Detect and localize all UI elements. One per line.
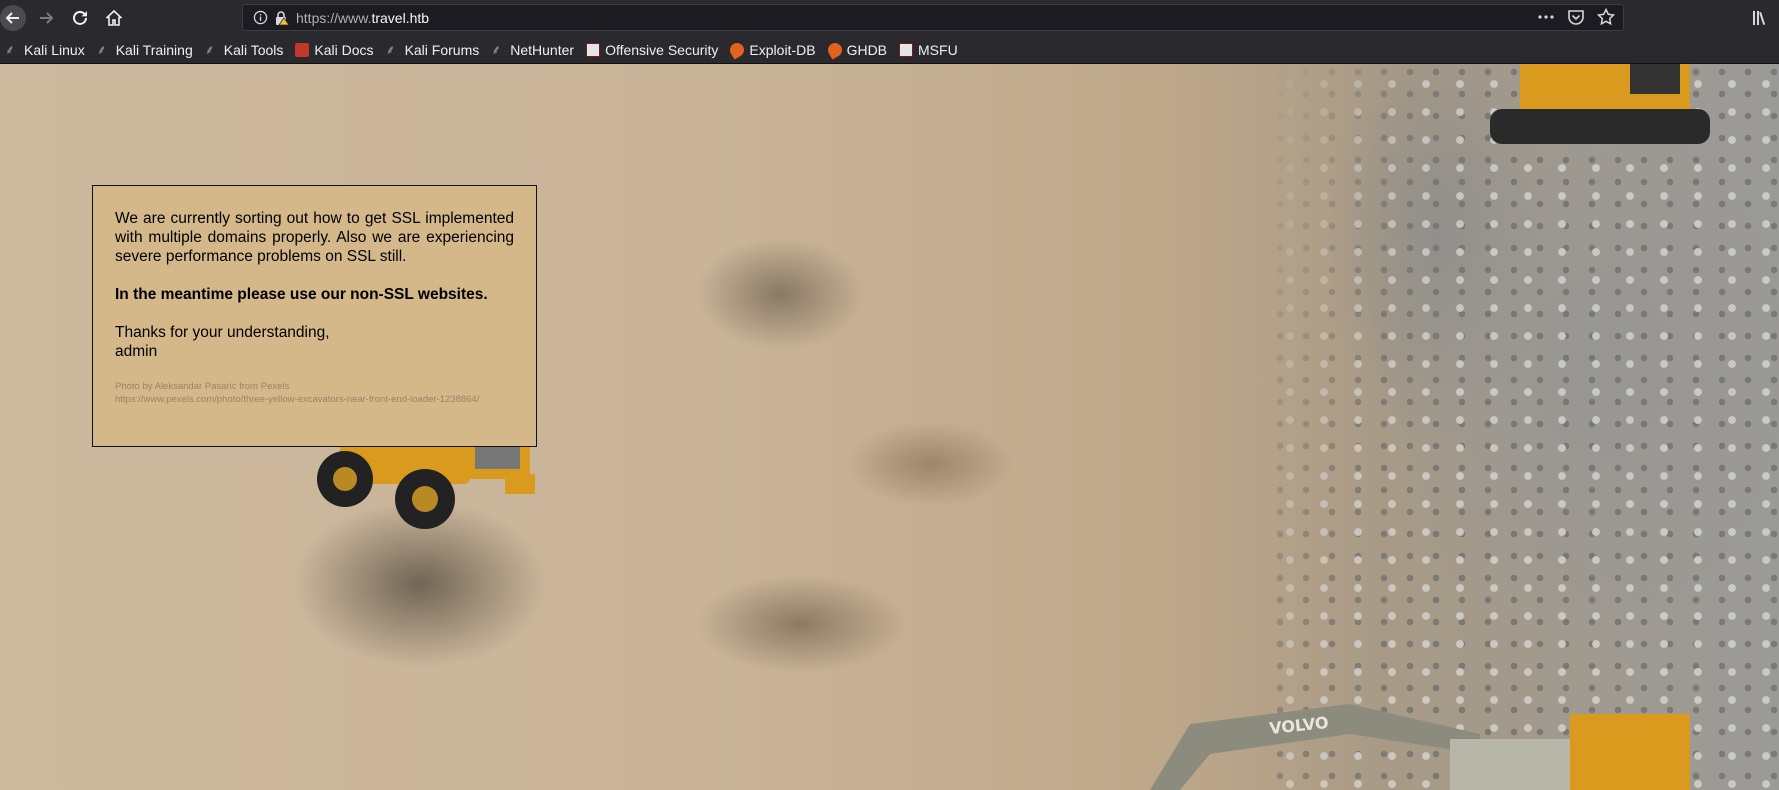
bookmark-label: Kali Training — [115, 41, 193, 58]
bookmark-label: Kali Tools — [223, 41, 284, 58]
home-button[interactable] — [100, 4, 128, 32]
page-background-photo: VOLVO We are currently sorting out how t… — [0, 64, 1779, 790]
bookmark-label: Kali Docs — [314, 41, 374, 58]
bookmark-label: NetHunter — [510, 41, 575, 58]
bookmark-label: Exploit-DB — [749, 41, 816, 58]
bookmark-label: Kali Forums — [404, 41, 480, 58]
bookmark-kali-linux[interactable]: ⸙ Kali Linux — [0, 38, 90, 62]
bookmark-offensive-security[interactable]: Offensive Security — [581, 38, 723, 62]
photo-credit: Photo by Aleksandar Pasaric from Pexels … — [115, 380, 514, 406]
reload-icon — [73, 10, 87, 25]
gravel-pile — [1270, 64, 1779, 790]
bookmark-label: MSFU — [918, 41, 958, 58]
home-icon — [106, 10, 122, 26]
kali-dragon-icon: ⸙ — [204, 41, 215, 57]
offsec-icon — [586, 42, 601, 57]
more-actions-icon[interactable] — [1537, 8, 1555, 26]
offsec-icon — [899, 42, 914, 57]
excavator-bottom-image: VOLVO — [1150, 704, 1690, 790]
credit-line-1: Photo by Aleksandar Pasaric from Pexels — [115, 381, 290, 392]
arrow-left-icon — [5, 12, 19, 24]
bookmark-kali-tools[interactable]: ⸙ Kali Tools — [200, 38, 289, 62]
excavator-top-image — [1490, 64, 1710, 144]
bookmark-kali-docs[interactable]: Kali Docs — [290, 38, 378, 62]
insecure-lock-icon[interactable] — [274, 10, 290, 26]
bookmark-exploit-db[interactable]: Exploit-DB — [725, 38, 820, 62]
bookmark-label: Offensive Security — [605, 41, 719, 58]
url-host: travel.htb — [371, 9, 430, 26]
library-icon[interactable] — [1751, 8, 1771, 28]
url-text: https://www.travel.htb — [296, 10, 429, 26]
address-bar[interactable]: https://www.travel.htb — [242, 4, 1624, 31]
bookmark-kali-training[interactable]: ⸙ Kali Training — [92, 38, 198, 62]
bookmark-kali-forums[interactable]: ⸙ Kali Forums — [381, 38, 485, 62]
thanks-line: Thanks for your understanding, — [115, 324, 330, 341]
forward-button[interactable] — [32, 4, 60, 32]
pocket-icon[interactable] — [1567, 8, 1585, 26]
credit-line-2: https://www.pexels.com/photo/three-yello… — [115, 394, 480, 405]
bookmark-label: Kali Linux — [24, 41, 85, 58]
bookmark-star-icon[interactable] — [1597, 8, 1615, 26]
reload-button[interactable] — [66, 4, 94, 32]
url-prefix: https://www. — [296, 9, 372, 26]
bookmark-label: GHDB — [846, 41, 888, 58]
kali-docs-icon — [295, 42, 310, 57]
bookmark-msfu[interactable]: MSFU — [894, 38, 963, 62]
kali-dragon-icon: ⸙ — [5, 41, 15, 57]
bookmark-ghdb[interactable]: GHDB — [823, 38, 892, 62]
bookmarks-toolbar: ⸙ Kali Linux ⸙ Kali Training ⸙ Kali Tools K… — [0, 36, 1779, 64]
url-actions — [1537, 8, 1615, 26]
signature: admin — [115, 343, 158, 360]
info-icon[interactable] — [253, 10, 268, 25]
notice-thanks: Thanks for your understanding, admin — [115, 323, 514, 361]
arrow-right-icon — [40, 12, 54, 24]
ssl-notice-box: We are currently sorting out how to get … — [92, 185, 537, 447]
kali-dragon-icon: ⸙ — [385, 41, 396, 57]
exploitdb-icon — [727, 39, 747, 60]
nethunter-icon: ⸙ — [491, 41, 502, 57]
exploitdb-icon — [825, 39, 845, 60]
kali-dragon-icon: ⸙ — [96, 41, 107, 57]
notice-emphasis: In the meantime please use our non-SSL w… — [115, 286, 488, 303]
bookmark-nethunter[interactable]: ⸙ NetHunter — [486, 38, 579, 62]
browser-toolbar: https://www.travel.htb — [0, 0, 1779, 36]
back-button[interactable] — [0, 5, 26, 31]
notice-paragraph: We are currently sorting out how to get … — [115, 210, 514, 265]
